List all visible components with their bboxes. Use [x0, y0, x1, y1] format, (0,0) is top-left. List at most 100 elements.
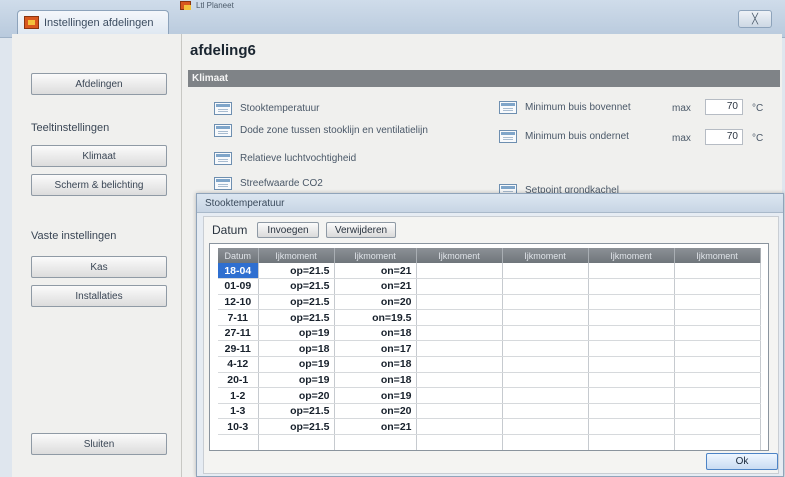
- grid-column-header[interactable]: Ijkmoment: [588, 248, 675, 263]
- grid-cell-datum[interactable]: 18-04: [218, 263, 259, 280]
- grid-row[interactable]: 27-11 op=19 on=18: [218, 325, 761, 342]
- grid-cell-ijkmoment[interactable]: [674, 403, 761, 420]
- ok-button[interactable]: Ok: [706, 453, 778, 470]
- grid-cell-ijkmoment[interactable]: [674, 356, 761, 373]
- grid-cell-empty[interactable]: [416, 434, 503, 450]
- setting-min-buis-bovennet[interactable]: Minimum buis bovennet: [499, 101, 631, 114]
- grid-row[interactable]: 7-11 op=21.5 on=19.5: [218, 309, 761, 326]
- grid-cell-ijkmoment[interactable]: [588, 309, 675, 326]
- grid-cell-ijkmoment[interactable]: op=21.5: [258, 278, 335, 295]
- grid-column-header[interactable]: Ijkmoment: [334, 248, 417, 263]
- grid-cell-empty[interactable]: [674, 434, 761, 450]
- grid-column-header[interactable]: Ijkmoment: [674, 248, 761, 263]
- grid-cell-ijkmoment[interactable]: [502, 309, 589, 326]
- grid-cell-ijkmoment[interactable]: op=21.5: [258, 263, 335, 280]
- grid-cell-empty[interactable]: [218, 434, 259, 450]
- grid-row[interactable]: 18-04 op=21.5 on=21: [218, 263, 761, 280]
- afdelingen-button[interactable]: Afdelingen: [31, 73, 167, 95]
- grid-column-header[interactable]: Datum: [218, 248, 259, 263]
- grid-cell-ijkmoment[interactable]: [502, 403, 589, 420]
- grid-cell-ijkmoment[interactable]: [416, 340, 503, 358]
- min-buis-ondernet-input[interactable]: 70: [705, 129, 743, 145]
- min-buis-bovennet-input[interactable]: 70: [705, 99, 743, 115]
- grid-column-header[interactable]: Ijkmoment: [502, 248, 589, 263]
- grid-cell-datum[interactable]: 7-11: [218, 309, 259, 326]
- grid-cell-ijkmoment[interactable]: [674, 309, 761, 326]
- tab-instellingen-afdelingen[interactable]: Instellingen afdelingen: [17, 10, 169, 34]
- grid-cell-ijkmoment[interactable]: [416, 309, 503, 326]
- grid-cell-datum[interactable]: 4-12: [218, 356, 259, 373]
- grid-cell-ijkmoment[interactable]: op=21.5: [258, 403, 335, 420]
- grid-cell-empty[interactable]: [334, 450, 416, 451]
- grid-cell-ijkmoment[interactable]: [502, 340, 589, 358]
- grid-cell-datum[interactable]: 10-3: [218, 418, 259, 436]
- grid-cell-ijkmoment[interactable]: [502, 418, 589, 436]
- grid-cell-ijkmoment[interactable]: op=20: [258, 387, 335, 404]
- grid-row[interactable]: 12-10 op=21.5 on=20: [218, 294, 761, 311]
- grid-cell-datum[interactable]: 27-11: [218, 325, 259, 342]
- grid-cell-ijkmoment[interactable]: [416, 403, 503, 420]
- klimaat-button[interactable]: Klimaat: [31, 145, 167, 167]
- grid-cell-datum[interactable]: 01-09: [218, 278, 259, 295]
- grid-row[interactable]: 20-1 op=19 on=18: [218, 372, 761, 389]
- verwijderen-button[interactable]: Verwijderen: [326, 222, 396, 238]
- grid-cell-ijkmoment[interactable]: on=21: [334, 263, 417, 280]
- grid-cell-empty[interactable]: [588, 434, 675, 450]
- grid-cell-ijkmoment[interactable]: [416, 372, 503, 389]
- installaties-button[interactable]: Installaties: [31, 285, 167, 307]
- grid-cell-ijkmoment[interactable]: on=18: [334, 356, 417, 373]
- invoegen-button[interactable]: Invoegen: [257, 222, 319, 238]
- sluiten-button[interactable]: Sluiten: [31, 433, 167, 455]
- grid-cell-ijkmoment[interactable]: [674, 340, 761, 358]
- grid-cell-empty[interactable]: [588, 450, 674, 451]
- grid-cell-ijkmoment[interactable]: op=19: [258, 325, 335, 342]
- grid-row[interactable]: 1-3 op=21.5 on=20: [218, 403, 761, 420]
- grid-cell-ijkmoment[interactable]: [416, 418, 503, 436]
- scherm-belichting-button[interactable]: Scherm & belichting: [31, 174, 167, 196]
- grid-cell-empty[interactable]: [334, 434, 417, 450]
- grid-cell-ijkmoment[interactable]: op=21.5: [258, 309, 335, 326]
- grid-cell-ijkmoment[interactable]: [588, 278, 675, 295]
- grid-cell-ijkmoment[interactable]: on=17: [334, 340, 417, 358]
- grid-row[interactable]: [218, 450, 760, 451]
- grid-cell-ijkmoment[interactable]: on=21: [334, 418, 417, 436]
- tab-inactive[interactable]: Ltl Planeet: [180, 0, 270, 10]
- grid-cell-ijkmoment[interactable]: on=18: [334, 372, 417, 389]
- grid-row[interactable]: 29-11 op=18 on=17: [218, 340, 761, 358]
- grid-cell-ijkmoment[interactable]: op=21.5: [258, 294, 335, 311]
- grid-cell-ijkmoment[interactable]: [588, 294, 675, 311]
- grid-cell-empty[interactable]: [218, 450, 258, 451]
- grid-cell-empty[interactable]: [258, 434, 335, 450]
- grid-cell-ijkmoment[interactable]: on=20: [334, 294, 417, 311]
- setting-min-buis-ondernet[interactable]: Minimum buis ondernet: [499, 130, 629, 143]
- grid-cell-ijkmoment[interactable]: [502, 278, 589, 295]
- grid-cell-ijkmoment[interactable]: [416, 325, 503, 342]
- close-button[interactable]: ╳: [738, 10, 772, 28]
- grid-cell-datum[interactable]: 1-3: [218, 403, 259, 420]
- grid-cell-ijkmoment[interactable]: [674, 372, 761, 389]
- grid-cell-empty[interactable]: [258, 450, 334, 451]
- grid-cell-ijkmoment[interactable]: [416, 294, 503, 311]
- setting-stooktemperatuur[interactable]: Stooktemperatuur: [214, 102, 320, 115]
- grid-cell-datum[interactable]: 12-10: [218, 294, 259, 311]
- grid-cell-datum[interactable]: 29-11: [218, 340, 259, 358]
- grid-column-header[interactable]: Ijkmoment: [416, 248, 503, 263]
- grid-cell-ijkmoment[interactable]: op=21.5: [258, 418, 335, 436]
- grid-cell-ijkmoment[interactable]: [416, 263, 503, 280]
- grid-cell-ijkmoment[interactable]: [588, 418, 675, 436]
- grid-column-header[interactable]: Ijkmoment: [258, 248, 335, 263]
- grid-cell-ijkmoment[interactable]: [588, 403, 675, 420]
- grid-cell-ijkmoment[interactable]: [502, 387, 589, 404]
- grid-row[interactable]: 01-09 op=21.5 on=21: [218, 278, 761, 295]
- grid-cell-ijkmoment[interactable]: [588, 263, 675, 280]
- grid-cell-ijkmoment[interactable]: [674, 325, 761, 342]
- grid-row[interactable]: 1-2 op=20 on=19: [218, 387, 761, 404]
- grid-cell-ijkmoment[interactable]: [502, 294, 589, 311]
- grid-cell-ijkmoment[interactable]: [416, 356, 503, 373]
- grid-cell-ijkmoment[interactable]: [674, 278, 761, 295]
- grid-cell-ijkmoment[interactable]: on=19: [334, 387, 417, 404]
- grid-cell-ijkmoment[interactable]: op=19: [258, 372, 335, 389]
- grid-cell-ijkmoment[interactable]: [588, 356, 675, 373]
- grid-cell-ijkmoment[interactable]: [588, 340, 675, 358]
- grid-cell-empty[interactable]: [502, 434, 589, 450]
